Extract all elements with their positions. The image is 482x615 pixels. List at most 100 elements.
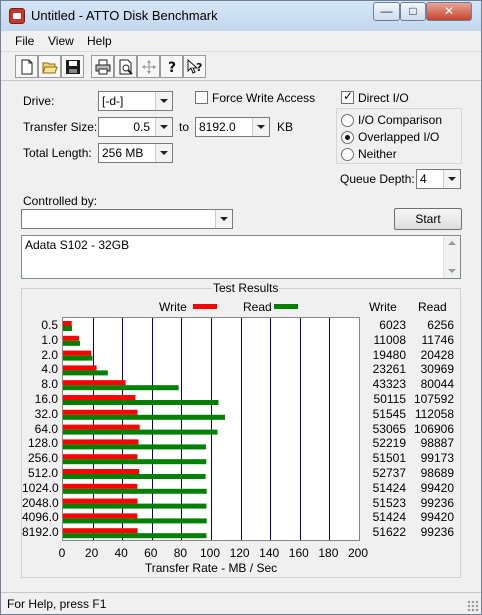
queue-depth-select[interactable]: 4: [416, 169, 461, 189]
total-length-dropdown-arrow[interactable]: [155, 144, 172, 162]
write-value: 51622: [372, 525, 406, 540]
x-tick-label: 180: [318, 546, 339, 560]
x-tick-label: 80: [173, 546, 188, 560]
queue-depth-dropdown-arrow[interactable]: [443, 170, 460, 188]
read-bar: [63, 326, 72, 331]
write-value: 43323: [372, 377, 406, 392]
block-size-label: 0.5: [41, 318, 58, 332]
transfer-size-label: Transfer Size:: [23, 120, 98, 134]
write-bar: [63, 335, 79, 341]
io-comparison-label: I/O Comparison: [358, 113, 443, 127]
read-bar: [63, 414, 225, 420]
read-bar: [63, 340, 80, 346]
read-bar: [63, 533, 207, 539]
read-value: 107592: [413, 392, 454, 406]
neither-radio[interactable]: [341, 148, 354, 161]
write-bar: [63, 439, 139, 445]
write-bar: [63, 365, 97, 371]
total-length-select[interactable]: 256 MB: [98, 143, 173, 163]
title-bar[interactable]: Untitled - ATTO Disk Benchmark — □ ✕: [1, 1, 481, 31]
minimize-button[interactable]: —: [373, 2, 400, 21]
print-preview-button[interactable]: [114, 55, 137, 78]
help-icon: ?: [168, 60, 176, 75]
transfer-from-select[interactable]: 0.5: [98, 117, 173, 137]
controlled-by-label: Controlled by:: [23, 194, 98, 208]
x-tick-label: 20: [84, 546, 99, 560]
block-size-label: 4096.0: [22, 510, 59, 525]
read-bar: [63, 400, 219, 405]
context-help-button[interactable]: ?: [183, 55, 206, 78]
overlapped-io-radio[interactable]: [341, 131, 354, 144]
scroll-up-arrow-icon[interactable]: [448, 241, 456, 245]
write-value: 19480: [372, 347, 406, 362]
description-textarea[interactable]: Adata S102 - 32GB: [21, 235, 461, 279]
block-size-label: 2.0: [41, 347, 58, 362]
print-button[interactable]: [91, 55, 114, 78]
x-tick-label: 100: [199, 546, 221, 560]
write-bar: [63, 483, 138, 489]
write-bar: [63, 409, 138, 415]
write-value: 11008: [373, 332, 406, 347]
write-value: 51545: [372, 406, 406, 421]
read-bar: [63, 370, 108, 376]
move-button[interactable]: [137, 55, 160, 78]
drive-select[interactable]: [-d-]: [98, 91, 173, 111]
description-scrollbar[interactable]: [443, 236, 460, 278]
x-tick-label: 60: [144, 546, 158, 560]
start-button[interactable]: Start: [394, 208, 462, 230]
write-bar: [63, 469, 140, 474]
read-bar: [63, 503, 207, 509]
scroll-down-arrow-icon[interactable]: [448, 269, 456, 273]
block-size-label: 1024.0: [22, 480, 59, 495]
write-bar: [63, 454, 138, 460]
help-button[interactable]: ?: [160, 55, 183, 78]
transfer-from-dropdown-arrow[interactable]: [155, 118, 172, 136]
window-title: Untitled - ATTO Disk Benchmark: [31, 8, 218, 23]
total-length-value: 256 MB: [102, 146, 144, 160]
transfer-to-value: 8192.0: [199, 120, 236, 134]
read-value: 98887: [420, 436, 454, 451]
io-comparison-radio[interactable]: [341, 114, 354, 127]
direct-io-checkbox[interactable]: [341, 89, 354, 104]
read-bar: [63, 429, 218, 435]
menu-view[interactable]: View: [48, 34, 74, 48]
legend-read-label: Read: [243, 300, 272, 314]
print-icon: [95, 59, 111, 75]
read-value: 80044: [420, 377, 454, 392]
read-value: 98689: [420, 466, 454, 480]
legend-write-label: Write: [159, 300, 187, 314]
write-value: 53065: [372, 421, 406, 436]
svg-text:?: ?: [196, 61, 202, 74]
save-button[interactable]: [61, 55, 84, 78]
save-icon: [66, 60, 80, 74]
description-text: Adata S102 - 32GB: [25, 238, 130, 252]
controlled-by-select[interactable]: [21, 209, 233, 229]
x-tick-label: 140: [259, 546, 280, 560]
transfer-from-value: 0.5: [133, 120, 150, 134]
write-bar: [63, 395, 136, 400]
block-size-label: 128.0: [27, 436, 58, 451]
transfer-to-select[interactable]: 8192.0: [195, 117, 270, 137]
write-value: 6023: [379, 318, 406, 332]
drive-value: [-d-]: [102, 94, 124, 108]
drive-dropdown-arrow[interactable]: [155, 92, 172, 110]
close-button[interactable]: ✕: [426, 2, 472, 21]
force-write-checkbox[interactable]: [195, 91, 208, 104]
menu-help[interactable]: Help: [87, 34, 112, 48]
read-value: 99420: [420, 480, 454, 495]
block-size-label: 32.0: [34, 406, 58, 421]
move-icon: [142, 60, 156, 74]
controlled-by-dropdown-arrow[interactable]: [215, 210, 232, 228]
to-label: to: [179, 120, 190, 134]
write-value: 50115: [373, 392, 406, 406]
overlapped-io-label: Overlapped I/O: [358, 130, 440, 144]
open-button[interactable]: [38, 55, 61, 78]
transfer-to-dropdown-arrow[interactable]: [252, 118, 269, 136]
read-value: 112058: [414, 406, 454, 421]
menu-file[interactable]: File: [15, 34, 34, 48]
read-bar: [63, 474, 206, 479]
maximize-button[interactable]: □: [400, 2, 426, 21]
resize-grip-icon[interactable]: [467, 600, 479, 612]
new-button[interactable]: [15, 55, 38, 78]
read-value: 99236: [420, 525, 454, 540]
